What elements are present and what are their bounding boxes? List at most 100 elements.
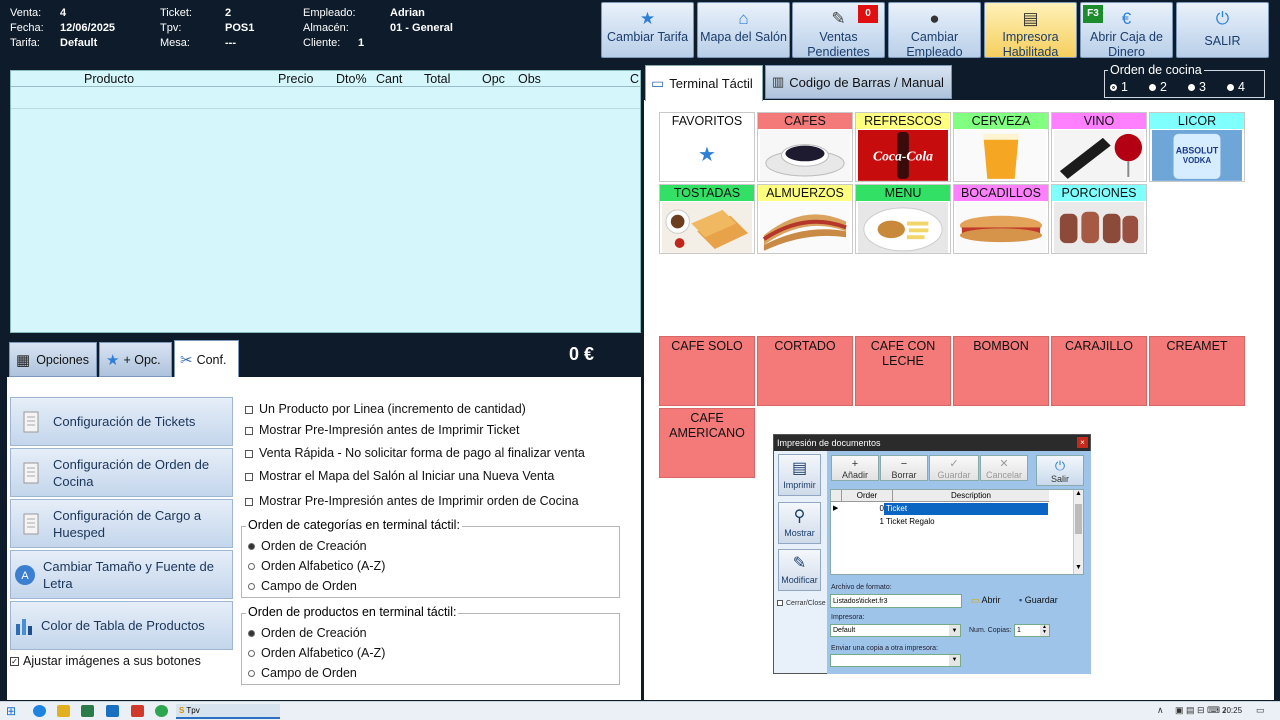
- edge-icon[interactable]: [33, 705, 46, 717]
- chrome-icon[interactable]: [155, 705, 168, 717]
- salir-dialog-button[interactable]: ⏻ Salir: [1036, 455, 1084, 486]
- category-cafes[interactable]: CAFES: [757, 112, 853, 182]
- product-cafe-con-leche[interactable]: CAFE CON LECHE: [855, 336, 951, 406]
- archivo-formato-input[interactable]: Listados\ticket.fr3: [830, 594, 962, 608]
- num-copias-stepper[interactable]: 1 ▲ ▼: [1014, 624, 1050, 637]
- enviar-copia-select[interactable]: ▼: [830, 654, 961, 667]
- abrir-caja-button[interactable]: F3 € Abrir Caja de Dinero: [1080, 2, 1173, 59]
- cat-orden-creacion-radio[interactable]: Orden de Creación: [248, 539, 367, 553]
- impresora-button[interactable]: ▤ Impresora Habilitada: [984, 2, 1077, 59]
- tray-chevron-icon[interactable]: ∧: [1157, 705, 1164, 716]
- check-preimpresion-cocina[interactable]: Mostrar Pre-Impresión antes de Imprimir …: [245, 494, 579, 508]
- cliente-label: Cliente:: [303, 37, 341, 49]
- config-orden-cocina-button[interactable]: Configuración de Orden de Cocina: [10, 448, 233, 497]
- check-preimpresion-ticket[interactable]: Mostrar Pre-Impresión antes de Imprimir …: [245, 423, 520, 437]
- tab-terminal-tactil[interactable]: ▭ Terminal Táctil: [645, 65, 763, 101]
- check-producto-linea[interactable]: Un Producto por Linea (incremento de can…: [245, 402, 526, 416]
- orden-cocina-radio-1[interactable]: 1: [1110, 80, 1128, 94]
- salir-button[interactable]: ⏻ SALIR: [1176, 2, 1269, 58]
- app-grid-icon[interactable]: [81, 705, 94, 717]
- modificar-button[interactable]: ✎ Modificar: [778, 549, 821, 591]
- mail-icon[interactable]: [106, 705, 119, 717]
- category-licor[interactable]: LICOR ABSOLUT VODKA: [1149, 112, 1245, 182]
- tab-mas-opciones[interactable]: ★ + Opc.: [99, 342, 172, 377]
- prod-orden-creacion-radio[interactable]: Orden de Creación: [248, 626, 367, 640]
- tab-terminal-tactil-label: Terminal Táctil: [669, 76, 753, 91]
- product-cortado[interactable]: CORTADO: [757, 336, 853, 406]
- grid-row-ticket-regalo[interactable]: 1 Ticket Regalo: [831, 516, 1049, 528]
- checkbox-icon: [245, 497, 253, 506]
- scroll-thumb[interactable]: [1075, 504, 1082, 534]
- guardar-button[interactable]: ▪ Guardar: [1019, 593, 1073, 608]
- mapa-salon-label: Mapa del Salón: [700, 30, 787, 44]
- tab-codigo-barras[interactable]: ▥ Codigo de Barras / Manual: [765, 65, 952, 99]
- orden-cocina-radio-3[interactable]: 3: [1188, 80, 1206, 94]
- product-cafe-americano[interactable]: CAFE AMERICANO: [659, 408, 755, 478]
- tray-icons[interactable]: ▣ ▤ ⊟ ⌨ ♪: [1175, 705, 1227, 716]
- ajustar-imagenes-checkbox[interactable]: ✓ Ajustar imágenes a sus botones: [10, 654, 201, 668]
- abrir-button[interactable]: ▭ Abrir: [971, 593, 1015, 608]
- product-creamet[interactable]: CREAMET: [1149, 336, 1245, 406]
- cerrar-checkbox[interactable]: Cerrar/Close: [777, 600, 826, 607]
- product-cafe-solo[interactable]: CAFE SOLO: [659, 336, 755, 406]
- category-menu[interactable]: MENU: [855, 184, 951, 254]
- cambiar-tarifa-button[interactable]: ★ Cambiar Tarifa: [601, 2, 694, 58]
- grid-row-ticket-order: 0: [879, 504, 884, 513]
- product-carajillo[interactable]: CARAJILLO: [1051, 336, 1147, 406]
- archivo-formato-label: Archivo de formato:: [831, 584, 892, 591]
- category-refrescos[interactable]: REFRESCOS Coca-Cola: [855, 112, 951, 182]
- check-venta-rapida[interactable]: Venta Rápida - No solicitar forma de pag…: [245, 446, 585, 460]
- imprimir-button[interactable]: ▤ Imprimir: [778, 454, 821, 496]
- mapa-salon-button[interactable]: ⌂ Mapa del Salón: [697, 2, 790, 58]
- cancelar-button[interactable]: ✕ Cancelar: [980, 455, 1028, 481]
- borrar-button[interactable]: − Borrar: [880, 455, 928, 481]
- config-cargo-huesped-button[interactable]: Configuración de Cargo a Huesped: [10, 499, 233, 548]
- documents-grid[interactable]: Order Description ▶ 0 Ticket 1 Ticket Re…: [830, 489, 1084, 575]
- checkbox-icon: [245, 405, 253, 414]
- category-cerveza[interactable]: CERVEZA: [953, 112, 1049, 182]
- cancel-icon: ✕: [999, 458, 1009, 470]
- notifications-icon[interactable]: ▭: [1256, 705, 1265, 716]
- porciones-image: [1054, 202, 1144, 253]
- ventas-pendientes-button[interactable]: 0 ✎ Ventas Pendientes: [792, 2, 885, 59]
- category-almuerzos[interactable]: ALMUERZOS: [757, 184, 853, 254]
- taskbar-app-tpv[interactable]: S Tpv: [176, 704, 280, 719]
- tools-icon: ✂: [180, 351, 193, 369]
- dialog-close-button[interactable]: ×: [1077, 437, 1088, 448]
- color-tabla-label: Color de Tabla de Productos: [41, 618, 205, 633]
- guardar-grid-button[interactable]: ✓ Guardar: [929, 455, 979, 481]
- category-bocadillos[interactable]: BOCADILLOS: [953, 184, 1049, 254]
- anadir-button[interactable]: + Añadir: [831, 455, 879, 481]
- category-favoritos[interactable]: FAVORITOS ★: [659, 112, 755, 182]
- cancelar-label: Cancelar: [985, 470, 1023, 480]
- file-explorer-icon[interactable]: [57, 705, 70, 717]
- orden-cocina-radio-2[interactable]: 2: [1149, 80, 1167, 94]
- color-tabla-button[interactable]: Color de Tabla de Productos: [10, 601, 233, 650]
- cat-campo-orden-radio[interactable]: Campo de Orden: [248, 579, 357, 593]
- ticket-table[interactable]: Producto Precio Dto% Cant Total Opc Obs …: [10, 70, 641, 333]
- tab-opciones[interactable]: ▦ Opciones: [9, 342, 97, 377]
- ticket-value: 2: [225, 7, 232, 19]
- cat-orden-alfabetico-radio[interactable]: Orden Alfabetico (A-Z): [248, 559, 385, 573]
- orden-productos-title: Orden de productos en terminal táctil:: [246, 605, 459, 619]
- category-vino[interactable]: VINO: [1051, 112, 1147, 182]
- prod-campo-orden-radio[interactable]: Campo de Orden: [248, 666, 357, 680]
- cambiar-empleado-button[interactable]: ● Cambiar Empleado: [888, 2, 981, 59]
- windows-start-icon[interactable]: ⊞: [6, 704, 16, 718]
- grid-row-ticket[interactable]: ▶ 0 Ticket: [831, 503, 1049, 515]
- check-mapa-salon[interactable]: Mostrar el Mapa del Salón al Iniciar una…: [245, 469, 554, 483]
- prod-orden-alfabetico-radio[interactable]: Orden Alfabetico (A-Z): [248, 646, 385, 660]
- store-icon[interactable]: [131, 705, 144, 717]
- radio-icon: [248, 583, 255, 591]
- category-refrescos-label: REFRESCOS: [856, 113, 950, 129]
- orden-cocina-radio-4[interactable]: 4: [1227, 80, 1245, 94]
- category-porciones[interactable]: PORCIONES: [1051, 184, 1147, 254]
- category-tostadas[interactable]: TOSTADAS: [659, 184, 755, 254]
- cambiar-fuente-button[interactable]: A Cambiar Tamaño y Fuente de Letra: [10, 550, 233, 599]
- product-bombon[interactable]: BOMBON: [953, 336, 1049, 406]
- impresora-select[interactable]: Default ▼: [830, 624, 961, 637]
- config-tickets-button[interactable]: Configuración de Tickets: [10, 397, 233, 446]
- grid-scrollbar[interactable]: ▲ ▼: [1073, 490, 1083, 574]
- mostrar-button[interactable]: ⚲ Mostrar: [778, 502, 821, 544]
- tab-conf[interactable]: ✂ Conf.: [174, 340, 239, 378]
